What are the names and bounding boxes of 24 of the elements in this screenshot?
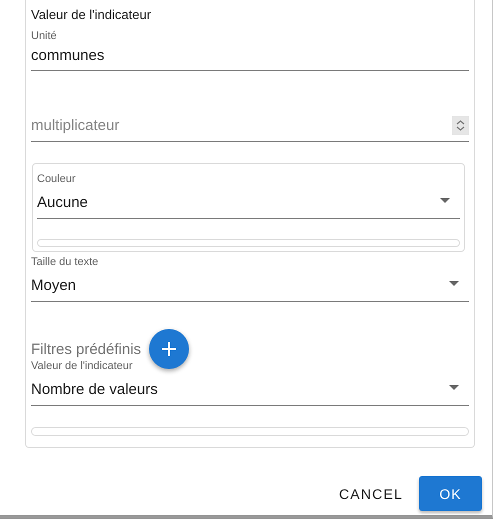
section-heading: Filtres prédéfinis [31,340,142,358]
field-label: Taille du texte [31,256,100,268]
field-label: Valeur de l'indicateur [31,360,134,372]
field-label: Unité [31,30,58,42]
add-button[interactable] [149,329,190,369]
field-label: Couleur [37,173,77,185]
select-field[interactable]: Taille du texte Moyen [31,256,469,302]
dropdown-arrow-icon [449,384,459,390]
field-placeholder: multiplicateur [31,117,120,134]
field-value: communes [31,47,106,64]
number-field[interactable]: multiplicateur [31,116,469,142]
text-field[interactable]: Unité communes [31,30,469,71]
section-title: Valeur de l'indicateur [31,7,152,22]
dropdown-arrow-icon [440,198,450,202]
select-field[interactable]: Couleur Aucune [37,173,460,219]
ok-button[interactable]: OK [419,476,482,511]
select-field[interactable]: Valeur de l'indicateur Nombre de valeurs [31,360,469,406]
field-value: Moyen [31,277,76,294]
dropdown-arrow-icon [449,280,459,286]
field-value: Nombre de valeurs [31,381,158,398]
spinner-icon[interactable] [452,116,469,135]
cancel-button[interactable]: CANCEL [339,478,403,510]
plus-icon [162,342,176,356]
field-value: Aucune [37,194,88,211]
